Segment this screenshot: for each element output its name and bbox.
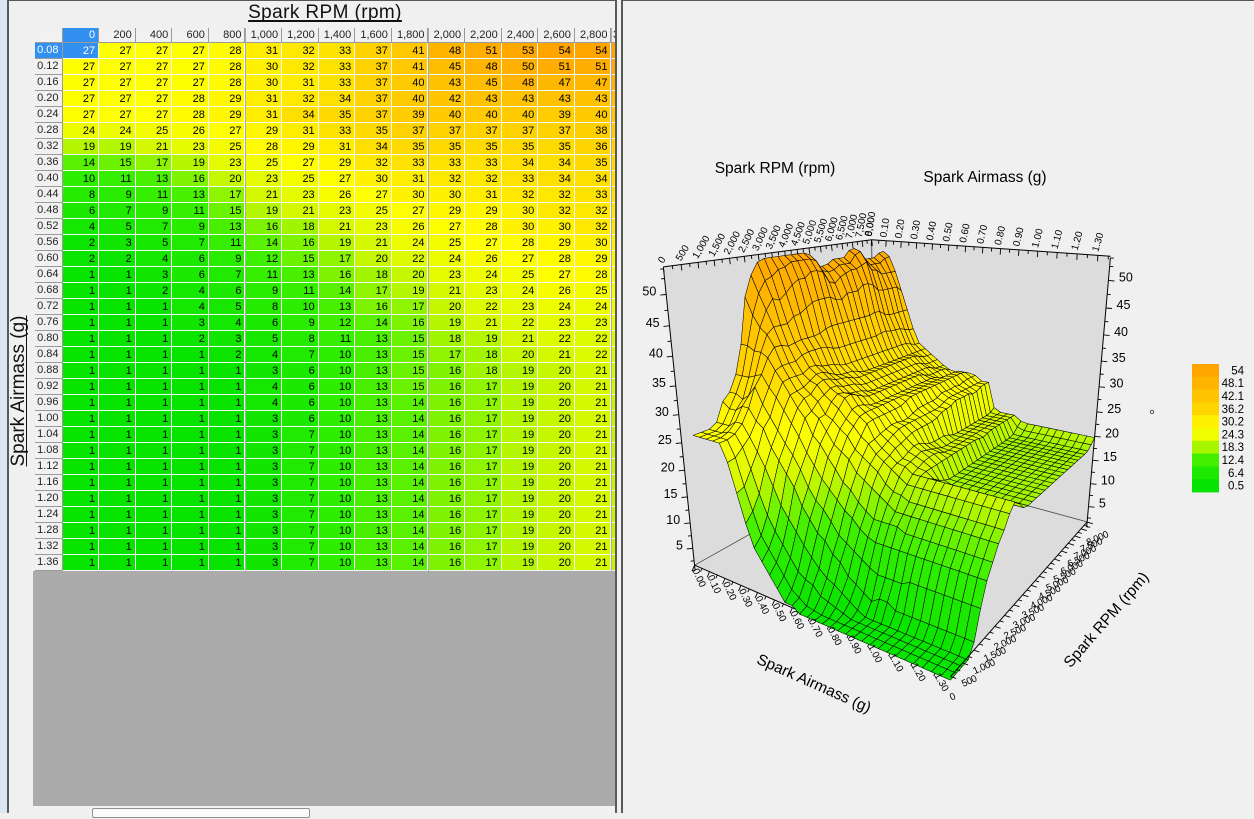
svg-text:30: 30: [655, 405, 669, 419]
svg-text:50: 50: [642, 285, 656, 299]
svg-text:35: 35: [1112, 351, 1126, 365]
svg-text:40: 40: [1114, 325, 1128, 339]
svg-text:0.40: 0.40: [925, 220, 939, 241]
svg-text:36.2: 36.2: [1222, 404, 1244, 416]
svg-text:1.00: 1.00: [1030, 227, 1046, 249]
svg-text:25: 25: [1107, 402, 1121, 416]
svg-text:0.30: 0.30: [909, 219, 923, 240]
svg-text:1.10: 1.10: [1050, 228, 1066, 250]
svg-text:48.1: 48.1: [1222, 378, 1244, 390]
svg-text:50: 50: [1119, 270, 1133, 284]
svg-text:24.3: 24.3: [1222, 429, 1244, 441]
svg-text:Spark Airmass (g): Spark Airmass (g): [923, 169, 1046, 186]
svg-text:0.80: 0.80: [993, 225, 1008, 247]
svg-text:5: 5: [676, 538, 683, 552]
svg-text:45: 45: [1117, 298, 1131, 312]
svg-text:18.3: 18.3: [1222, 442, 1244, 454]
svg-text:54: 54: [1231, 365, 1244, 377]
svg-text:°: °: [1149, 407, 1155, 424]
svg-text:0: 0: [656, 255, 668, 266]
svg-text:40: 40: [649, 346, 663, 360]
svg-text:0.60: 0.60: [958, 222, 973, 244]
svg-text:0.90: 0.90: [1011, 226, 1026, 248]
svg-text:Spark Airmass (g): Spark Airmass (g): [754, 651, 873, 717]
svg-text:12.4: 12.4: [1222, 455, 1245, 467]
svg-text:5: 5: [1099, 497, 1106, 511]
svg-text:0.10: 0.10: [878, 217, 892, 238]
svg-text:10: 10: [1101, 474, 1115, 488]
svg-text:20: 20: [661, 460, 675, 474]
svg-text:20: 20: [1105, 426, 1119, 440]
svg-text:6.4: 6.4: [1228, 468, 1245, 480]
svg-text:0.20: 0.20: [894, 218, 908, 239]
svg-text:15: 15: [1103, 450, 1117, 464]
svg-text:500: 500: [674, 243, 692, 263]
svg-text:0.00: 0.00: [864, 216, 878, 237]
svg-text:15: 15: [664, 487, 678, 501]
svg-text:1.20: 1.20: [1070, 230, 1086, 252]
svg-text:Spark RPM (rpm): Spark RPM (rpm): [1061, 569, 1153, 671]
svg-text:45: 45: [646, 316, 660, 330]
svg-text:Spark RPM (rpm): Spark RPM (rpm): [715, 160, 836, 177]
svg-text:35: 35: [652, 376, 666, 390]
svg-text:25: 25: [658, 433, 672, 447]
svg-text:30.2: 30.2: [1222, 417, 1244, 429]
svg-text:30: 30: [1110, 377, 1124, 391]
svg-text:10: 10: [666, 513, 680, 527]
svg-text:0.5: 0.5: [1228, 481, 1244, 493]
svg-text:1.30: 1.30: [1090, 231, 1106, 253]
svg-text:0.70: 0.70: [975, 223, 990, 245]
svg-text:0: 0: [948, 691, 958, 703]
svg-text:42.1: 42.1: [1222, 391, 1244, 403]
svg-text:0.50: 0.50: [941, 221, 956, 243]
